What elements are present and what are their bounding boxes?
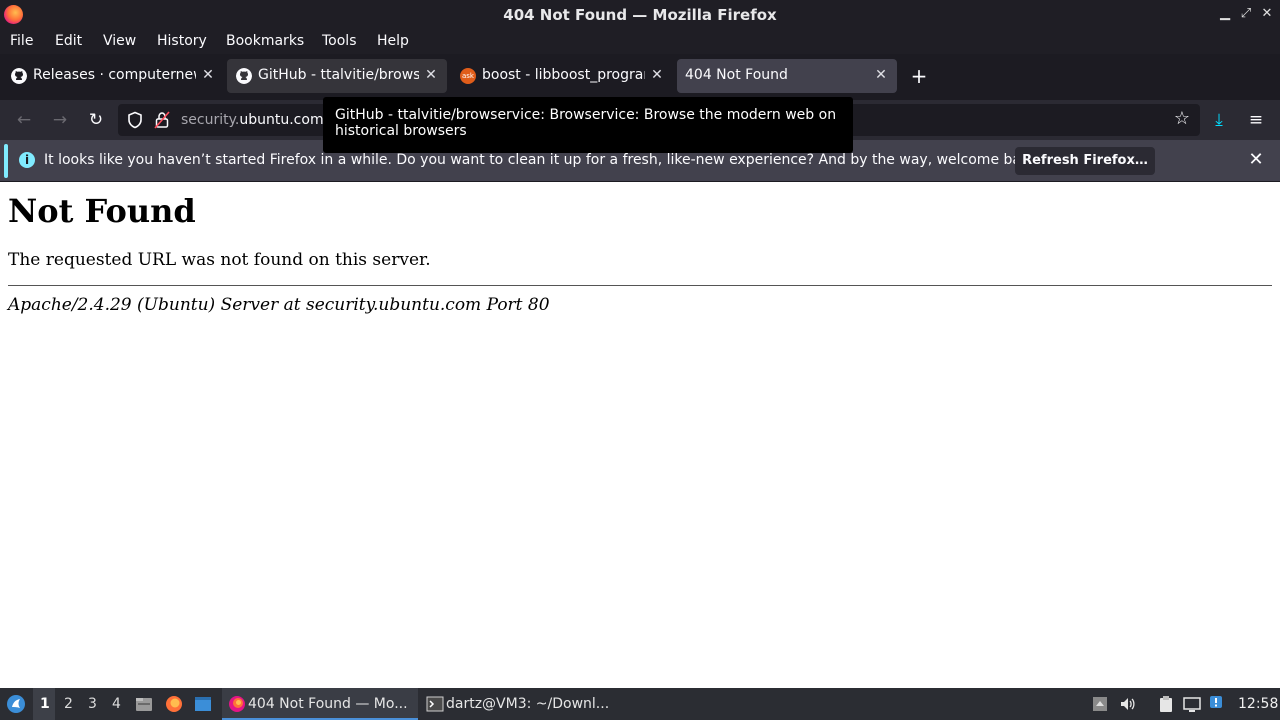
tab-close-icon[interactable]: ✕ xyxy=(649,67,665,83)
page-content: Not Found The requested URL was not foun… xyxy=(0,183,1280,688)
tab-github-browservice[interactable]: GitHub - ttalvitie/browse ✕ xyxy=(227,59,447,93)
minimize-icon[interactable]: ▁ xyxy=(1216,5,1234,23)
taskbar: 1 2 3 4 404 Not Found — Mo... dartz@VM3:… xyxy=(0,688,1280,720)
github-icon xyxy=(236,68,252,84)
tab-label: GitHub - ttalvitie/browse xyxy=(258,67,419,83)
notification-accent xyxy=(4,144,8,178)
taskbar-task-firefox[interactable]: 404 Not Found — Mo... xyxy=(222,688,418,720)
terminal-icon xyxy=(426,696,444,712)
shield-icon[interactable] xyxy=(126,111,144,129)
hamburger-menu-icon[interactable]: ≡ xyxy=(1245,109,1267,131)
menu-tools[interactable]: Tools xyxy=(322,33,357,49)
close-icon[interactable]: ✕ xyxy=(1258,5,1276,23)
close-notification-icon[interactable]: ✕ xyxy=(1246,150,1266,170)
volume-icon[interactable] xyxy=(1119,695,1137,713)
taskbar-task-terminal[interactable]: dartz@VM3: ~/Downl... xyxy=(420,688,620,720)
github-icon xyxy=(11,68,27,84)
back-button[interactable]: ← xyxy=(13,109,35,131)
file-manager-icon[interactable] xyxy=(135,695,153,713)
tab-boost[interactable]: ask boost - libboost_program ✕ xyxy=(451,59,673,93)
tab-404-not-found[interactable]: 404 Not Found ✕ xyxy=(677,59,897,93)
notification-icon[interactable] xyxy=(1209,695,1223,709)
downloads-icon[interactable]: ⤓ xyxy=(1208,109,1230,131)
page-paragraph: The requested URL was not found on this … xyxy=(8,250,431,270)
forward-button[interactable]: → xyxy=(49,109,71,131)
tray-arrow-icon[interactable] xyxy=(1091,695,1109,713)
menu-file[interactable]: File xyxy=(10,33,33,49)
task-label: 404 Not Found — Mo... xyxy=(248,696,408,712)
tab-close-icon[interactable]: ✕ xyxy=(423,67,439,83)
start-menu-icon[interactable] xyxy=(6,694,26,714)
tab-close-icon[interactable]: ✕ xyxy=(200,67,216,83)
task-label: dartz@VM3: ~/Downl... xyxy=(446,696,610,712)
menu-view[interactable]: View xyxy=(103,33,136,49)
window-title: 404 Not Found — Mozilla Firefox xyxy=(503,6,777,24)
clipboard-icon[interactable] xyxy=(1157,695,1175,713)
workspace-1[interactable]: 1 xyxy=(40,696,50,712)
refresh-firefox-button[interactable]: Refresh Firefox… xyxy=(1015,147,1155,175)
window-titlebar: 404 Not Found — Mozilla Firefox ▁ ⤢ ✕ xyxy=(0,0,1280,29)
server-address: Apache/2.4.29 (Ubuntu) Server at securit… xyxy=(8,295,550,315)
page-heading: Not Found xyxy=(8,192,196,230)
tab-strip: Releases · computernewb ✕ GitHub - ttalv… xyxy=(0,54,1280,100)
menu-history[interactable]: History xyxy=(157,33,207,49)
maximize-icon[interactable]: ⤢ xyxy=(1237,5,1255,23)
display-icon[interactable] xyxy=(1183,695,1201,713)
bookmark-star-icon[interactable]: ☆ xyxy=(1172,109,1192,129)
workspace-4[interactable]: 4 xyxy=(112,696,121,712)
new-tab-button[interactable]: + xyxy=(907,64,931,88)
tab-label: 404 Not Found xyxy=(685,67,788,83)
tab-close-icon[interactable]: ✕ xyxy=(873,67,889,83)
tab-label: boost - libboost_program xyxy=(482,67,645,83)
menu-help[interactable]: Help xyxy=(377,33,409,49)
askubuntu-icon: ask xyxy=(460,68,476,84)
tab-releases[interactable]: Releases · computernewb ✕ xyxy=(2,59,224,93)
tab-tooltip: GitHub - ttalvitie/browservice: Browserv… xyxy=(323,97,853,153)
tab-label: Releases · computernewb xyxy=(33,67,196,83)
url-text[interactable]: security.ubuntu.com xyxy=(181,112,324,128)
clock: 12:58 xyxy=(1238,696,1279,712)
horizontal-rule xyxy=(8,285,1272,286)
notification-message: It looks like you haven’t started Firefo… xyxy=(44,152,1043,168)
workspace-3[interactable]: 3 xyxy=(88,696,97,712)
url-prefix: security. xyxy=(181,112,240,128)
workspace-2[interactable]: 2 xyxy=(64,696,73,712)
menu-bar: File Edit View History Bookmarks Tools H… xyxy=(0,29,1280,54)
menu-edit[interactable]: Edit xyxy=(55,33,82,49)
lock-insecure-icon[interactable] xyxy=(154,111,170,129)
firefox-launcher-icon[interactable] xyxy=(165,695,183,713)
url-domain: ubuntu.com xyxy=(239,112,324,128)
firefox-icon xyxy=(229,696,245,712)
reload-button[interactable]: ↻ xyxy=(85,109,107,131)
window-launcher-icon[interactable] xyxy=(194,695,212,713)
info-icon: i xyxy=(19,152,35,168)
menu-bookmarks[interactable]: Bookmarks xyxy=(226,33,304,49)
